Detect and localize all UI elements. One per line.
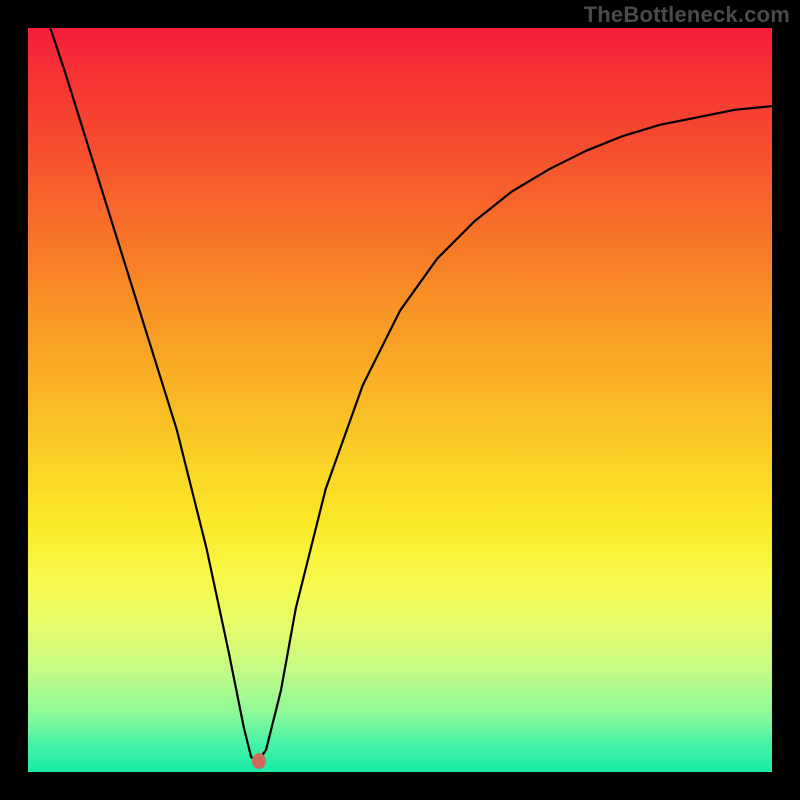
bottleneck-curve (28, 28, 772, 772)
watermark-text: TheBottleneck.com (584, 2, 790, 28)
chart-frame: TheBottleneck.com (0, 0, 800, 800)
minimum-marker (252, 753, 266, 769)
plot-area (28, 28, 772, 772)
